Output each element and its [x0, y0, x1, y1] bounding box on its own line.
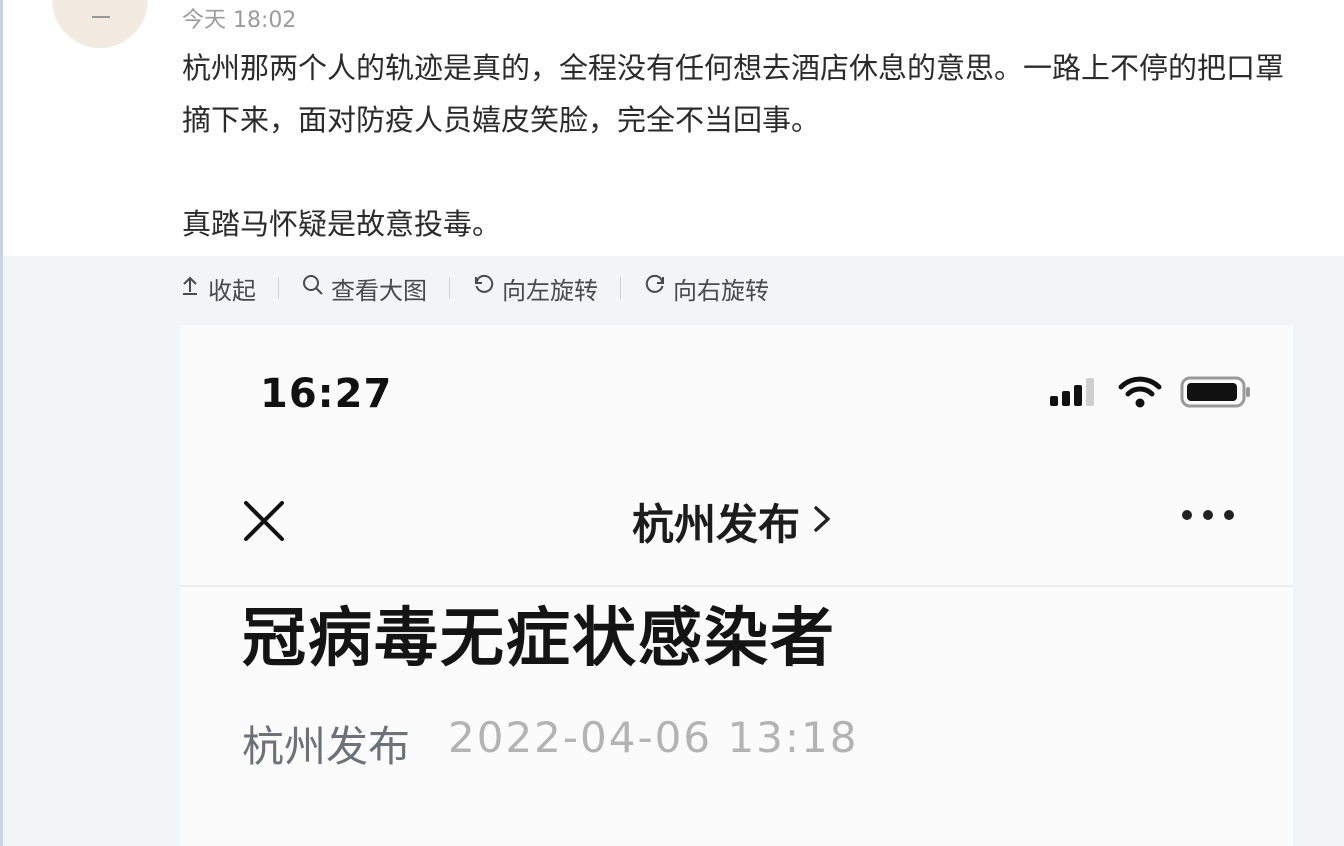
wifi-icon — [1118, 375, 1162, 413]
rotate-right-icon — [643, 273, 667, 303]
post-paragraph: 真踏马怀疑是故意投毒。 — [182, 207, 502, 241]
collapse-button[interactable]: 收起 — [178, 271, 256, 306]
toolbar-divider — [278, 277, 279, 299]
battery-icon — [1180, 375, 1252, 413]
collapse-label: 收起 — [208, 276, 256, 305]
nav-account-title[interactable]: 杭州发布 — [632, 491, 834, 552]
search-icon — [301, 273, 325, 303]
signal-icon — [1048, 376, 1100, 412]
view-large-button[interactable]: 查看大图 — [301, 271, 427, 306]
rotate-left-icon — [472, 273, 496, 303]
article-author: 杭州发布 — [242, 722, 411, 771]
phone-status-icons — [1048, 375, 1252, 413]
avatar[interactable] — [52, 0, 148, 48]
phone-status-time: 16:27 — [260, 371, 393, 417]
rotate-left-button[interactable]: 向左旋转 — [472, 271, 598, 306]
article-date: 2022-04-06 13:18 — [448, 713, 859, 762]
article-title: 冠病毒无症状感染者 — [242, 602, 836, 676]
post-page: 今天 18:02 杭州那两个人的轨迹是真的，全程没有任何想去酒店休息的意思。一路… — [0, 0, 1344, 846]
toolbar-divider — [449, 277, 450, 299]
close-icon[interactable] — [242, 499, 286, 543]
post-body: 杭州那两个人的轨迹是真的，全程没有任何想去酒店休息的意思。一路上不停的把口罩摘下… — [182, 42, 1302, 250]
post-paragraph: 杭州那两个人的轨迹是真的，全程没有任何想去酒店休息的意思。一路上不停的把口罩摘下… — [182, 51, 1285, 137]
nav-title-text: 杭州发布 — [632, 500, 801, 549]
phone-screenshot-image[interactable]: 16:27 杭州发布 冠病毒无症状感染者 杭州发布 2022-04-06 13:… — [180, 325, 1293, 846]
chevron-right-icon — [810, 497, 834, 546]
rotate-right-label: 向右旋转 — [673, 276, 769, 305]
more-icon[interactable] — [1180, 507, 1236, 526]
view-large-label: 查看大图 — [331, 276, 427, 305]
image-toolbar: 收起 查看大图 向左旋转 向右旋转 — [178, 270, 769, 306]
toolbar-divider — [620, 277, 621, 299]
post-timestamp: 今天 18:02 — [182, 8, 297, 33]
phone-nav-bar: 杭州发布 — [180, 485, 1293, 585]
rotate-left-label: 向左旋转 — [502, 276, 598, 305]
article-meta: 杭州发布 2022-04-06 13:18 — [242, 713, 859, 774]
rotate-right-button[interactable]: 向右旋转 — [643, 271, 769, 306]
collapse-up-icon — [178, 273, 202, 303]
